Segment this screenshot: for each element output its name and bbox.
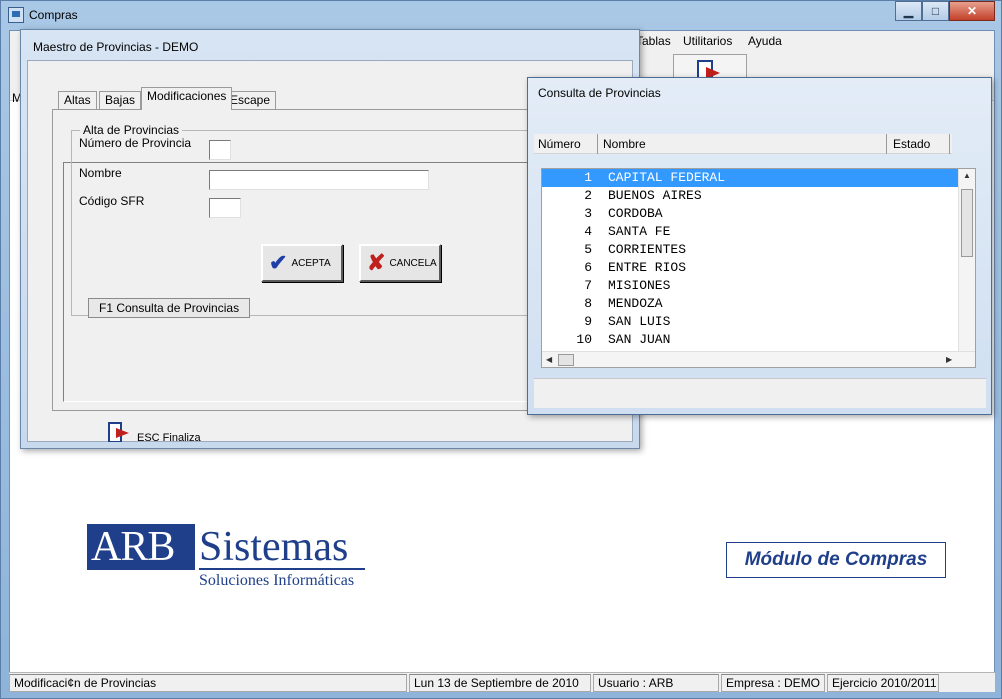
cancela-label: CANCELA (389, 257, 437, 269)
menu-tablas[interactable]: Tablas (636, 34, 671, 48)
codigo-input[interactable] (209, 198, 241, 218)
list-item-name: SANTA FE (608, 224, 671, 239)
maestro-title: Maestro de Provincias - DEMO (33, 40, 199, 54)
acepta-label: ACEPTA (291, 257, 331, 269)
list-item[interactable]: 7 MISIONES (542, 277, 958, 295)
list-item-name: CAPITAL FEDERAL (608, 170, 726, 185)
list-item-name: SAN JUAN (608, 332, 671, 347)
consulta-dialog: Consulta de Provincias Número Nombre Est… (527, 77, 992, 415)
logo-tagline: Soluciones Informáticas (199, 572, 355, 589)
vertical-scroll-thumb[interactable] (961, 189, 973, 257)
arb-sistemas-logo: ARB Sistemas Soluciones Informáticas (87, 524, 377, 594)
numero-label: Número de Provincia (79, 136, 192, 150)
list-item[interactable]: 8 MENDOZA (542, 295, 958, 313)
list-item-name: MENDOZA (608, 296, 663, 311)
list-item-name: BUENOS AIRES (608, 188, 702, 203)
list-header: Número Nombre Estado (534, 134, 952, 154)
title-bar[interactable]: Compras ▁ □ ✕ (1, 1, 1001, 29)
status-bar: Modificaci¢n de Provincias Lun 13 de Sep… (9, 672, 995, 692)
status-action: Modificaci¢n de Provincias (9, 674, 407, 692)
logo-underline (199, 568, 365, 570)
list-item-number: 3 (584, 206, 592, 221)
consulta-footer (534, 378, 986, 408)
status-usuario: Usuario : ARB (593, 674, 719, 692)
close-button[interactable]: ✕ (949, 1, 995, 21)
main-window: Compras ▁ □ ✕ Tablas Utilitarios Ayuda M… (0, 0, 1002, 699)
f1-consulta-button[interactable]: F1 Consulta de Provincias (88, 298, 251, 318)
modulo-label: Módulo de Compras (726, 542, 946, 578)
window-controls: ▁ □ ✕ (895, 1, 995, 21)
list-item[interactable]: 5 CORRIENTES (542, 241, 958, 259)
list-item[interactable]: 6 ENTRE RIOS (542, 259, 958, 277)
tab-modificaciones[interactable]: Modificaciones (141, 87, 233, 110)
sistemas-wordmark: Sistemas (199, 524, 349, 570)
checkmark-icon: ✔ (269, 250, 288, 275)
col-nombre[interactable]: Nombre (603, 137, 646, 151)
list-item[interactable]: 9 SAN LUIS (542, 313, 958, 331)
alta-group: Alta de Provincias (71, 123, 593, 316)
minimize-icon: ▁ (903, 4, 914, 18)
status-date: Lun 13 de Septiembre de 2010 (409, 674, 591, 692)
scroll-right-icon[interactable]: ▶ (946, 355, 952, 364)
list-item[interactable]: 10 SAN JUAN (542, 331, 958, 349)
esc-label: ESC Finaliza (137, 432, 201, 444)
close-icon: ✕ (966, 4, 978, 18)
provincias-list[interactable]: 1 CAPITAL FEDERAL 2 BUENOS AIRES 3 CORDOBA 4 SA… (541, 168, 976, 368)
cancela-button[interactable]: ✘ CANCELA (359, 244, 441, 282)
list-item-name: ENTRE RIOS (608, 260, 687, 275)
arb-logo-box: ARB (87, 524, 195, 570)
tab-bajas[interactable]: Bajas (99, 91, 142, 109)
maximize-icon: □ (931, 4, 940, 18)
horizontal-scrollbar[interactable]: ◀ ▶ (542, 351, 975, 367)
list-item-number: 7 (584, 278, 592, 293)
list-item-name: MISIONES (608, 278, 671, 293)
col-separator[interactable] (597, 134, 598, 154)
list-item-number: 1 (584, 170, 592, 185)
status-ejercicio: Ejercicio 2010/2011 (827, 674, 939, 692)
menu-ayuda[interactable]: Ayuda (748, 34, 782, 48)
exit-door-icon (108, 422, 129, 442)
cross-icon: ✘ (367, 250, 386, 275)
consulta-title: Consulta de Provincias (538, 86, 661, 100)
acepta-button[interactable]: ✔ ACEPTA (261, 244, 343, 282)
list-item[interactable]: 3 CORDOBA (542, 205, 958, 223)
nombre-label: Nombre (79, 166, 122, 180)
list-item-name: CORDOBA (608, 206, 663, 221)
scroll-left-icon[interactable]: ◀ (546, 355, 552, 364)
minimize-button[interactable]: ▁ (895, 1, 922, 21)
list-item-number: 8 (584, 296, 592, 311)
list-item[interactable]: 1 CAPITAL FEDERAL (542, 169, 958, 187)
list-item-number: 9 (584, 314, 592, 329)
list-item-number: 5 (584, 242, 592, 257)
col-separator[interactable] (949, 134, 950, 154)
codigo-label: Código SFR (79, 194, 145, 208)
list-item-number: 6 (584, 260, 592, 275)
list-item[interactable]: 4 SANTA FE (542, 223, 958, 241)
list-item-number: 2 (584, 188, 592, 203)
esc-finaliza[interactable]: ESC Finaliza (107, 422, 227, 444)
status-empresa: Empresa : DEMO (721, 674, 825, 692)
list-item-name: CORRIENTES (608, 242, 687, 257)
numero-input[interactable] (209, 140, 231, 160)
window-title: Compras (29, 8, 78, 22)
col-estado[interactable]: Estado (893, 137, 930, 151)
menu-utilitarios[interactable]: Utilitarios (683, 34, 732, 48)
group-title: Alta de Provincias (80, 123, 183, 137)
vertical-scrollbar[interactable]: ▲ ▼ (958, 169, 975, 367)
list-item-number: 4 (584, 224, 592, 239)
list-item-name: SAN LUIS (608, 314, 671, 329)
col-separator[interactable] (886, 134, 887, 154)
tab-altas[interactable]: Altas (58, 91, 97, 109)
list-item[interactable]: 2 BUENOS AIRES (542, 187, 958, 205)
maximize-button[interactable]: □ (922, 1, 949, 21)
col-numero[interactable]: Número (538, 137, 581, 151)
list-item-number: 10 (576, 332, 592, 347)
horizontal-scroll-thumb[interactable] (558, 354, 574, 366)
app-icon (8, 7, 24, 23)
scroll-up-icon[interactable]: ▲ (963, 171, 971, 180)
nombre-input[interactable] (209, 170, 429, 190)
